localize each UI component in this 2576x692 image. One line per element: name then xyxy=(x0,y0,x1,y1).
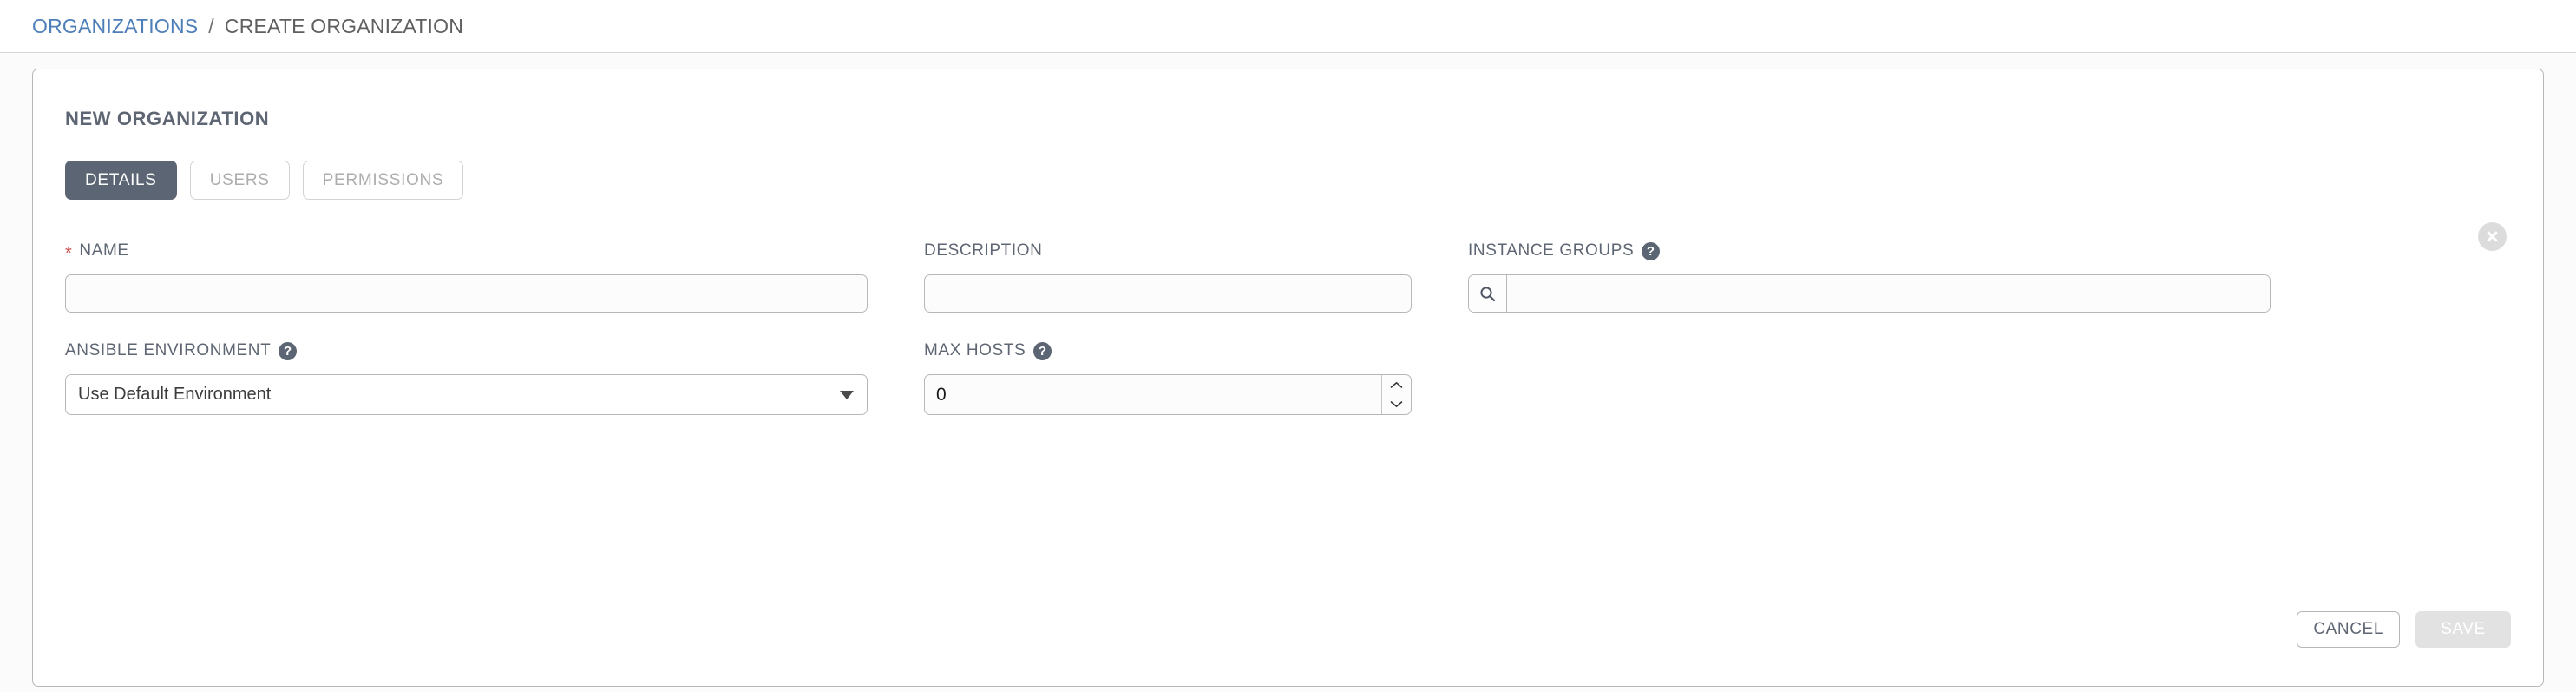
description-input[interactable] xyxy=(924,274,1412,313)
chevron-down-icon[interactable] xyxy=(1382,395,1411,415)
required-asterisk-icon: * xyxy=(65,244,73,263)
max-hosts-spinner xyxy=(1381,375,1411,414)
new-organization-card: NEW ORGANIZATION DETAILS USERS PERMISSIO… xyxy=(32,69,2544,687)
ansible-environment-label-text: ANSIBLE ENVIRONMENT xyxy=(65,341,272,359)
instance-groups-label-text: INSTANCE GROUPS xyxy=(1468,241,1635,260)
close-icon[interactable] xyxy=(2478,222,2507,251)
tab-details[interactable]: DETAILS xyxy=(65,161,177,200)
cancel-button[interactable]: CANCEL xyxy=(2297,611,2400,648)
breadcrumb-separator: / xyxy=(208,14,214,37)
field-ansible-environment: ANSIBLE ENVIRONMENT ? Use Default Enviro… xyxy=(65,340,868,415)
field-name: * NAME xyxy=(65,241,868,313)
max-hosts-label-text: MAX HOSTS xyxy=(924,341,1026,359)
field-description: DESCRIPTION xyxy=(924,241,1412,313)
tab-users[interactable]: USERS xyxy=(189,161,290,200)
help-icon-ansible-environment[interactable]: ? xyxy=(279,341,298,360)
ansible-environment-select[interactable]: Use Default Environment xyxy=(65,374,868,415)
breadcrumb-bar: ORGANIZATIONS / CREATE ORGANIZATION xyxy=(0,0,2576,53)
breadcrumb: ORGANIZATIONS / CREATE ORGANIZATION xyxy=(32,15,463,38)
organization-form: * NAME DESCRIPTION INSTANCE GROUPS ? ANS… xyxy=(65,241,2511,415)
description-label: DESCRIPTION xyxy=(924,241,1412,261)
search-icon[interactable] xyxy=(1469,275,1507,312)
name-label: * NAME xyxy=(65,241,868,263)
page-title: NEW ORGANIZATION xyxy=(65,108,270,129)
page-body: NEW ORGANIZATION DETAILS USERS PERMISSIO… xyxy=(0,53,2576,692)
instance-groups-input[interactable] xyxy=(1507,275,2270,312)
ansible-environment-select-wrap: Use Default Environment xyxy=(65,374,868,415)
name-input[interactable] xyxy=(65,274,868,313)
help-icon-instance-groups[interactable]: ? xyxy=(1642,241,1661,260)
breadcrumb-current-create-organization: CREATE ORGANIZATION xyxy=(224,14,464,37)
ansible-environment-label: ANSIBLE ENVIRONMENT ? xyxy=(65,340,868,361)
description-label-text: DESCRIPTION xyxy=(924,241,1043,260)
help-icon-max-hosts[interactable]: ? xyxy=(1033,341,1052,360)
name-label-text: NAME xyxy=(79,241,129,260)
field-instance-groups: INSTANCE GROUPS ? xyxy=(1468,241,2271,313)
max-hosts-label: MAX HOSTS ? xyxy=(924,340,1412,361)
max-hosts-stepper xyxy=(924,374,1412,415)
form-actions: CANCEL SAVE xyxy=(2297,611,2511,648)
instance-groups-label: INSTANCE GROUPS ? xyxy=(1468,241,2271,261)
field-max-hosts: MAX HOSTS ? xyxy=(924,340,1412,415)
save-button[interactable]: SAVE xyxy=(2415,611,2511,648)
form-grid-spacer xyxy=(1468,313,2271,415)
tab-list: DETAILS USERS PERMISSIONS xyxy=(65,161,2511,200)
ansible-environment-selected-value: Use Default Environment xyxy=(78,385,272,404)
breadcrumb-link-organizations[interactable]: ORGANIZATIONS xyxy=(32,15,198,38)
max-hosts-input[interactable] xyxy=(925,375,1381,414)
tab-permissions[interactable]: PERMISSIONS xyxy=(302,161,464,200)
chevron-up-icon[interactable] xyxy=(1382,375,1411,395)
instance-groups-lookup xyxy=(1468,274,2271,313)
